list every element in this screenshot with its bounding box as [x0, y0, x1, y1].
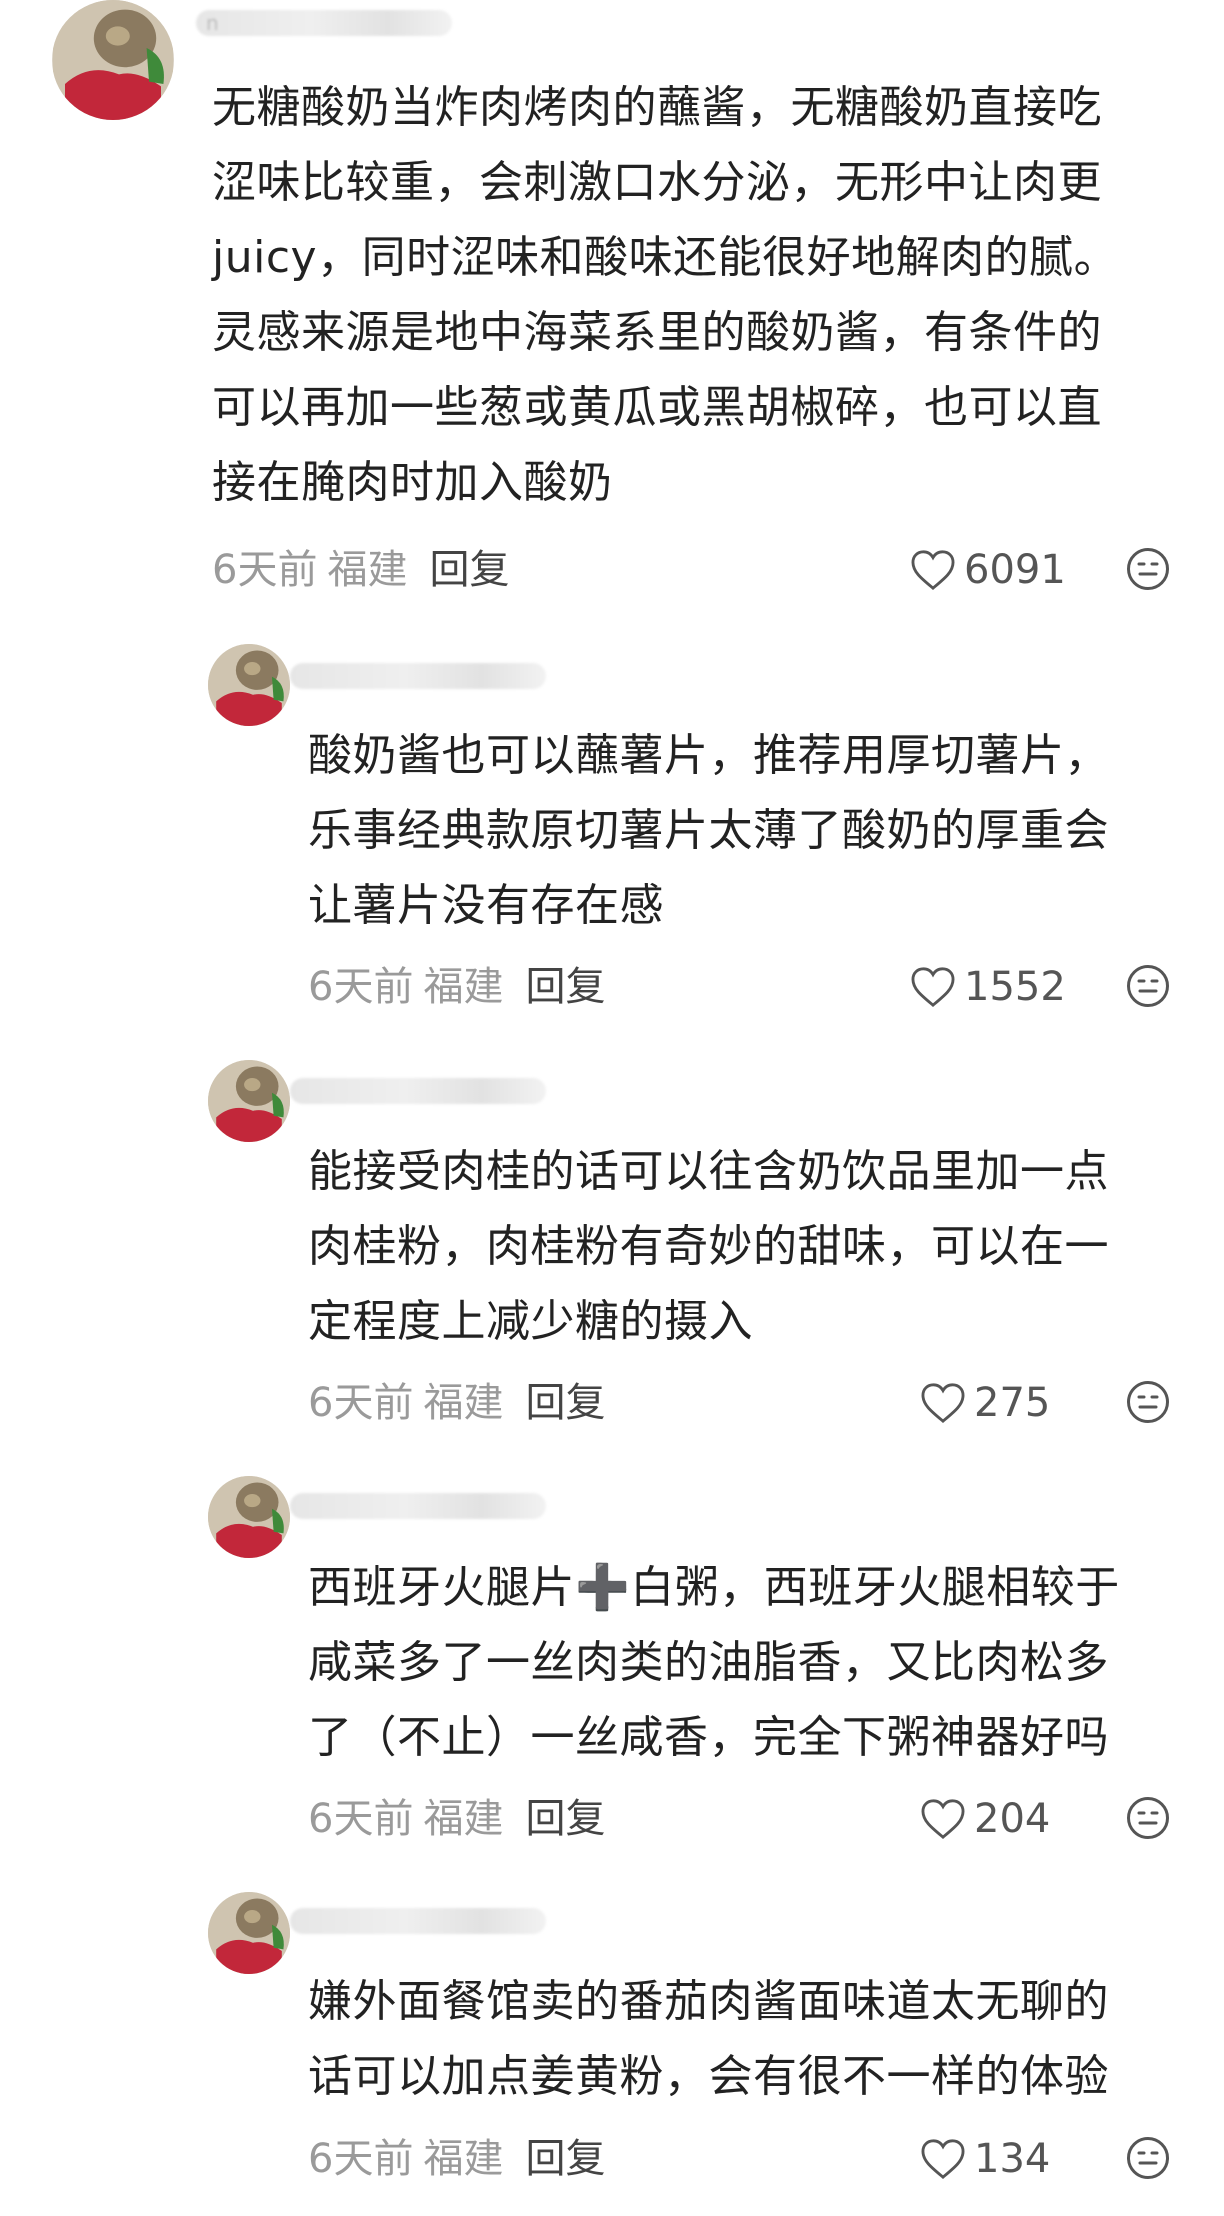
face-emoji-icon — [1127, 1381, 1169, 1423]
comment-line: 接在腌肉时加入酸奶 — [212, 457, 613, 508]
heart-outline-icon — [921, 2139, 965, 2180]
like-count: 134 — [974, 2136, 1051, 2182]
comment-time: 6天前 — [308, 964, 414, 1010]
username-blurred[interactable]: n — [196, 10, 452, 36]
like-button[interactable]: 1552 — [910, 962, 1066, 1012]
avatar-image — [208, 644, 290, 726]
comment-line: 涩味比较重，会刺激口水分泌，无形中让肉更 — [212, 157, 1102, 208]
comment-text: 酸奶酱也可以蘸薯片，推荐用厚切薯片， 乐事经典款原切薯片太薄了酸奶的厚重会 让薯… — [308, 718, 1109, 943]
avatar[interactable] — [208, 644, 290, 726]
like-button[interactable]: 204 — [920, 1794, 1050, 1844]
comment-line: 肉桂粉，肉桂粉有奇妙的甜味，可以在一 — [308, 1221, 1109, 1272]
face-emoji-icon — [1127, 2137, 1169, 2179]
comment-line: 无糖酸奶当炸肉烤肉的蘸酱，无糖酸奶直接吃 — [212, 82, 1102, 133]
comment-meta: 6天前 福建 回复 — [212, 545, 509, 595]
emoji-button[interactable] — [1126, 2136, 1170, 2180]
like-button[interactable]: 6091 — [910, 545, 1066, 595]
avatar-image — [208, 1892, 290, 1974]
reply-button[interactable]: 回复 — [525, 2136, 605, 2182]
emoji-button[interactable] — [1126, 1796, 1170, 1840]
avatar[interactable] — [52, 0, 174, 120]
comment-text: 能接受肉桂的话可以往含奶饮品里加一点 肉桂粉，肉桂粉有奇妙的甜味，可以在一 定程… — [308, 1134, 1109, 1359]
comment-time: 6天前 — [308, 1796, 414, 1842]
comment-line: juicy，同时涩味和酸味还能很好地解肉的腻。 — [212, 232, 1119, 283]
comment-line: 可以再加一些葱或黄瓜或黑胡椒碎，也可以直 — [212, 382, 1102, 433]
comment-line: 酸奶酱也可以蘸薯片，推荐用厚切薯片， — [308, 730, 1109, 781]
comment-text: 西班牙火腿片➕白粥，西班牙火腿相较于 咸菜多了一丝肉类的油脂香，又比肉松多 了（… — [308, 1550, 1120, 1775]
comment-time: 6天前 — [308, 1380, 414, 1426]
comment-line: 让薯片没有存在感 — [308, 880, 664, 931]
username-blurred[interactable] — [290, 1078, 546, 1104]
comment-location: 福建 — [423, 1380, 504, 1426]
like-button[interactable]: 134 — [920, 2134, 1050, 2184]
reply-button[interactable]: 回复 — [525, 1796, 605, 1842]
avatar[interactable] — [208, 1060, 290, 1142]
avatar-image — [208, 1060, 290, 1142]
comment-text: 嫌外面餐馆卖的番茄肉酱面味道太无聊的 话可以加点姜黄粉，会有很不一样的体验 — [308, 1964, 1109, 2114]
comment-line: 咸菜多了一丝肉类的油脂香，又比肉松多 — [308, 1637, 1109, 1688]
username-blurred[interactable] — [290, 663, 546, 689]
comment-line: 能接受肉桂的话可以往含奶饮品里加一点 — [308, 1146, 1109, 1197]
emoji-button[interactable] — [1126, 964, 1170, 1008]
avatar-image — [208, 1476, 290, 1558]
comment-line: 了（不止）一丝咸香，完全下粥神器好吗 — [308, 1712, 1109, 1763]
comment-time: 6天前 — [212, 547, 318, 593]
username-blurred[interactable] — [290, 1908, 546, 1934]
heart-outline-icon — [911, 550, 955, 591]
avatar[interactable] — [208, 1476, 290, 1558]
like-count: 275 — [974, 1380, 1051, 1426]
username-blurred[interactable] — [290, 1493, 546, 1519]
comment-meta: 6天前 福建 回复 — [308, 2134, 605, 2184]
comment-line: 乐事经典款原切薯片太薄了酸奶的厚重会 — [308, 805, 1109, 856]
heart-outline-icon — [921, 1383, 965, 1424]
like-count: 204 — [974, 1796, 1051, 1842]
like-count: 1552 — [964, 964, 1066, 1010]
comment-text: 无糖酸奶当炸肉烤肉的蘸酱，无糖酸奶直接吃 涩味比较重，会刺激口水分泌，无形中让肉… — [212, 70, 1118, 520]
like-count: 6091 — [964, 547, 1066, 593]
comment-meta: 6天前 福建 回复 — [308, 1794, 605, 1844]
emoji-button[interactable] — [1126, 1380, 1170, 1424]
comment-meta: 6天前 福建 回复 — [308, 962, 605, 1012]
heart-outline-icon — [911, 967, 955, 1008]
comment-location: 福建 — [423, 1796, 504, 1842]
face-emoji-icon — [1127, 965, 1169, 1007]
reply-button[interactable]: 回复 — [525, 1380, 605, 1426]
comment-location: 福建 — [327, 547, 408, 593]
face-emoji-icon — [1127, 1797, 1169, 1839]
comment-location: 福建 — [423, 2136, 504, 2182]
heart-outline-icon — [921, 1799, 965, 1840]
reply-button[interactable]: 回复 — [429, 547, 509, 593]
avatar[interactable] — [208, 1892, 290, 1974]
face-emoji-icon — [1127, 548, 1169, 590]
comment-location: 福建 — [423, 964, 504, 1010]
reply-button[interactable]: 回复 — [525, 964, 605, 1010]
comment-line: 西班牙火腿片➕白粥，西班牙火腿相较于 — [308, 1562, 1120, 1613]
emoji-button[interactable] — [1126, 547, 1170, 591]
comment-line: 嫌外面餐馆卖的番茄肉酱面味道太无聊的 — [308, 1976, 1109, 2027]
comment-line: 话可以加点姜黄粉，会有很不一样的体验 — [308, 2051, 1109, 2102]
comment-line: 灵感来源是地中海菜系里的酸奶酱，有条件的 — [212, 307, 1102, 358]
like-button[interactable]: 275 — [920, 1378, 1050, 1428]
avatar-image — [53, 0, 173, 120]
comment-line: 定程度上减少糖的摄入 — [308, 1296, 753, 1347]
comment-time: 6天前 — [308, 2136, 414, 2182]
comment-meta: 6天前 福建 回复 — [308, 1378, 605, 1428]
